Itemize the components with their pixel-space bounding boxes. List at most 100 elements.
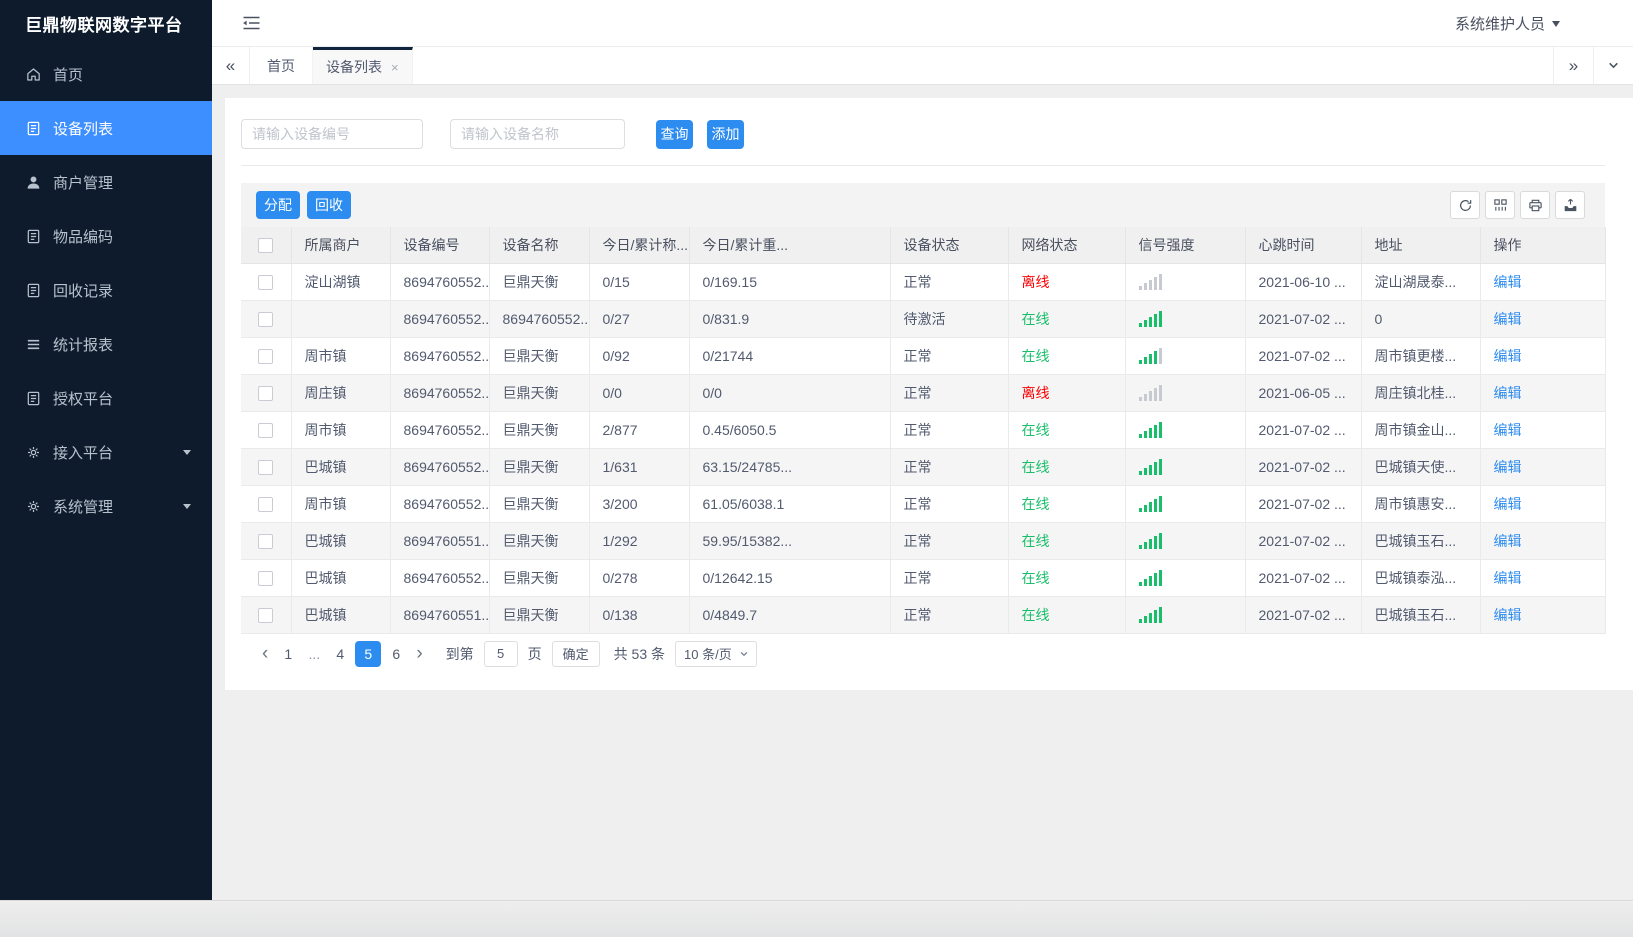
- device-no-input[interactable]: [241, 119, 423, 149]
- query-button[interactable]: 查询: [656, 119, 693, 149]
- page-size-select[interactable]: 10 条/页: [675, 640, 757, 667]
- total-count-label: 共 53 条: [613, 645, 666, 662]
- sidebar-item-home[interactable]: 首页: [0, 47, 212, 101]
- sidebar-item-merchant-mgmt[interactable]: 商户管理: [0, 155, 212, 209]
- signal-bars-icon: [1138, 421, 1162, 439]
- confirm-page-button[interactable]: 确定: [551, 640, 600, 667]
- column-header: 地址: [1361, 227, 1481, 264]
- cell-today-count: 1/631: [589, 448, 690, 486]
- table-header-row: 所属商户 设备编号 设备名称 今日/累计称... 今日/累计重... 设备状态 网络状态 信号…: [241, 227, 1606, 264]
- doc-icon: [25, 390, 42, 407]
- row-checkbox[interactable]: [258, 348, 274, 364]
- network-status-badge: 在线: [1021, 532, 1050, 549]
- edit-link[interactable]: 编辑: [1494, 385, 1522, 401]
- content-area: 查询 添加 分配 回收: [212, 85, 1633, 900]
- tabs-menu-icon[interactable]: [1593, 47, 1633, 84]
- page-button-1[interactable]: 1: [277, 641, 299, 667]
- chevron-down-icon: [740, 651, 748, 656]
- cell-network-status: 在线: [1008, 411, 1126, 449]
- close-icon[interactable]: ×: [391, 60, 399, 75]
- page-button-6[interactable]: 6: [385, 641, 407, 667]
- edit-link[interactable]: 编辑: [1494, 570, 1522, 586]
- sidebar-item-stats-report[interactable]: 统计报表: [0, 317, 212, 371]
- cell-address: 巴城镇天使...: [1361, 448, 1481, 486]
- cell-select: [241, 263, 292, 301]
- row-checkbox[interactable]: [258, 385, 274, 401]
- row-checkbox[interactable]: [258, 496, 274, 512]
- cell-device-no: 8694760552...: [390, 448, 490, 486]
- tab-label: 首页: [267, 57, 295, 74]
- cell-today-weight: 0/21744: [689, 337, 891, 375]
- table-row: 淀山湖镇 8694760552... 巨鼎天衡 0/15 0/169.15 正常 离线 202…: [241, 263, 1606, 301]
- signal-bars-icon: [1138, 384, 1162, 402]
- row-checkbox[interactable]: [258, 570, 274, 586]
- cell-today-weight: 0/0: [689, 374, 891, 412]
- row-checkbox[interactable]: [258, 459, 274, 475]
- next-page-icon[interactable]: ›: [416, 644, 422, 663]
- tab-device-list[interactable]: 设备列表 ×: [313, 47, 413, 84]
- tab-home[interactable]: 首页: [250, 47, 313, 84]
- collapse-sidebar-icon[interactable]: [242, 15, 261, 31]
- row-checkbox[interactable]: [258, 422, 274, 438]
- cell-action: 编辑: [1480, 374, 1606, 412]
- page-jump-input[interactable]: [483, 640, 518, 667]
- print-icon[interactable]: [1520, 191, 1550, 219]
- device-name-input[interactable]: [450, 119, 625, 149]
- cell-merchant: 淀山湖镇: [291, 263, 391, 301]
- edit-link[interactable]: 编辑: [1494, 607, 1522, 623]
- row-checkbox[interactable]: [258, 533, 274, 549]
- sidebar-item-label: 接入平台: [53, 444, 114, 462]
- sidebar-item-recycle-record[interactable]: 回收记录: [0, 263, 212, 317]
- signal-bars-icon: [1138, 606, 1162, 624]
- prev-page-icon[interactable]: ‹: [262, 644, 268, 663]
- edit-link[interactable]: 编辑: [1494, 533, 1522, 549]
- row-checkbox[interactable]: [258, 311, 274, 327]
- add-button[interactable]: 添加: [707, 119, 744, 149]
- device-list-panel: 查询 添加 分配 回收: [225, 98, 1633, 690]
- tabs-scroll-left-icon[interactable]: «: [212, 47, 250, 84]
- edit-link[interactable]: 编辑: [1494, 459, 1522, 475]
- cell-device-status: 正常: [890, 485, 1009, 523]
- edit-link[interactable]: 编辑: [1494, 422, 1522, 438]
- sidebar-item-auth-platform[interactable]: 授权平台: [0, 371, 212, 425]
- cell-heartbeat: 2021-06-05 ...: [1245, 374, 1362, 412]
- page-button-5[interactable]: 5: [355, 640, 382, 667]
- recycle-button[interactable]: 回收: [307, 191, 351, 219]
- network-status-badge: 在线: [1021, 495, 1050, 512]
- cell-network-status: 离线: [1008, 263, 1126, 301]
- sidebar-item-device-list[interactable]: 设备列表: [0, 101, 212, 155]
- refresh-icon[interactable]: [1450, 191, 1480, 219]
- cell-merchant: 巴城镇: [291, 559, 391, 597]
- row-checkbox[interactable]: [258, 274, 274, 290]
- cell-heartbeat: 2021-07-02 ...: [1245, 448, 1362, 486]
- sidebar-item-label: 商户管理: [53, 174, 114, 192]
- cell-today-weight: 0/831.9: [689, 300, 891, 338]
- cell-today-count: 0/0: [589, 374, 690, 412]
- cell-network-status: 在线: [1008, 300, 1126, 338]
- edit-link[interactable]: 编辑: [1494, 348, 1522, 364]
- tabs-scroll-right-icon[interactable]: »: [1553, 47, 1593, 84]
- assign-button[interactable]: 分配: [256, 191, 300, 219]
- cell-signal: [1125, 411, 1246, 449]
- sidebar-item-label: 设备列表: [53, 120, 114, 138]
- export-icon[interactable]: [1555, 191, 1585, 219]
- cell-device-no: 8694760552...: [390, 263, 490, 301]
- table-row: 周市镇 8694760552... 巨鼎天衡 2/877 0.45/6050.5 正常 在线…: [241, 411, 1606, 449]
- cell-device-name: 巨鼎天衡: [489, 411, 590, 449]
- column-header: 设备状态: [890, 227, 1009, 264]
- cell-device-name: 巨鼎天衡: [489, 337, 590, 375]
- user-menu[interactable]: 系统维护人员: [1455, 13, 1560, 34]
- row-checkbox[interactable]: [258, 607, 274, 623]
- sidebar-item-access-platform[interactable]: 接入平台: [0, 425, 212, 479]
- select-all-checkbox[interactable]: [258, 238, 274, 254]
- edit-link[interactable]: 编辑: [1494, 311, 1522, 327]
- cell-device-status: 正常: [890, 263, 1009, 301]
- page-button-4[interactable]: 4: [329, 641, 351, 667]
- cell-device-name: 巨鼎天衡: [489, 485, 590, 523]
- sidebar-item-item-code[interactable]: 物品编码: [0, 209, 212, 263]
- search-row: 查询 添加: [241, 119, 1605, 149]
- edit-link[interactable]: 编辑: [1494, 274, 1522, 290]
- columns-icon[interactable]: [1485, 191, 1515, 219]
- edit-link[interactable]: 编辑: [1494, 496, 1522, 512]
- sidebar-item-system-mgmt[interactable]: 系统管理: [0, 479, 212, 533]
